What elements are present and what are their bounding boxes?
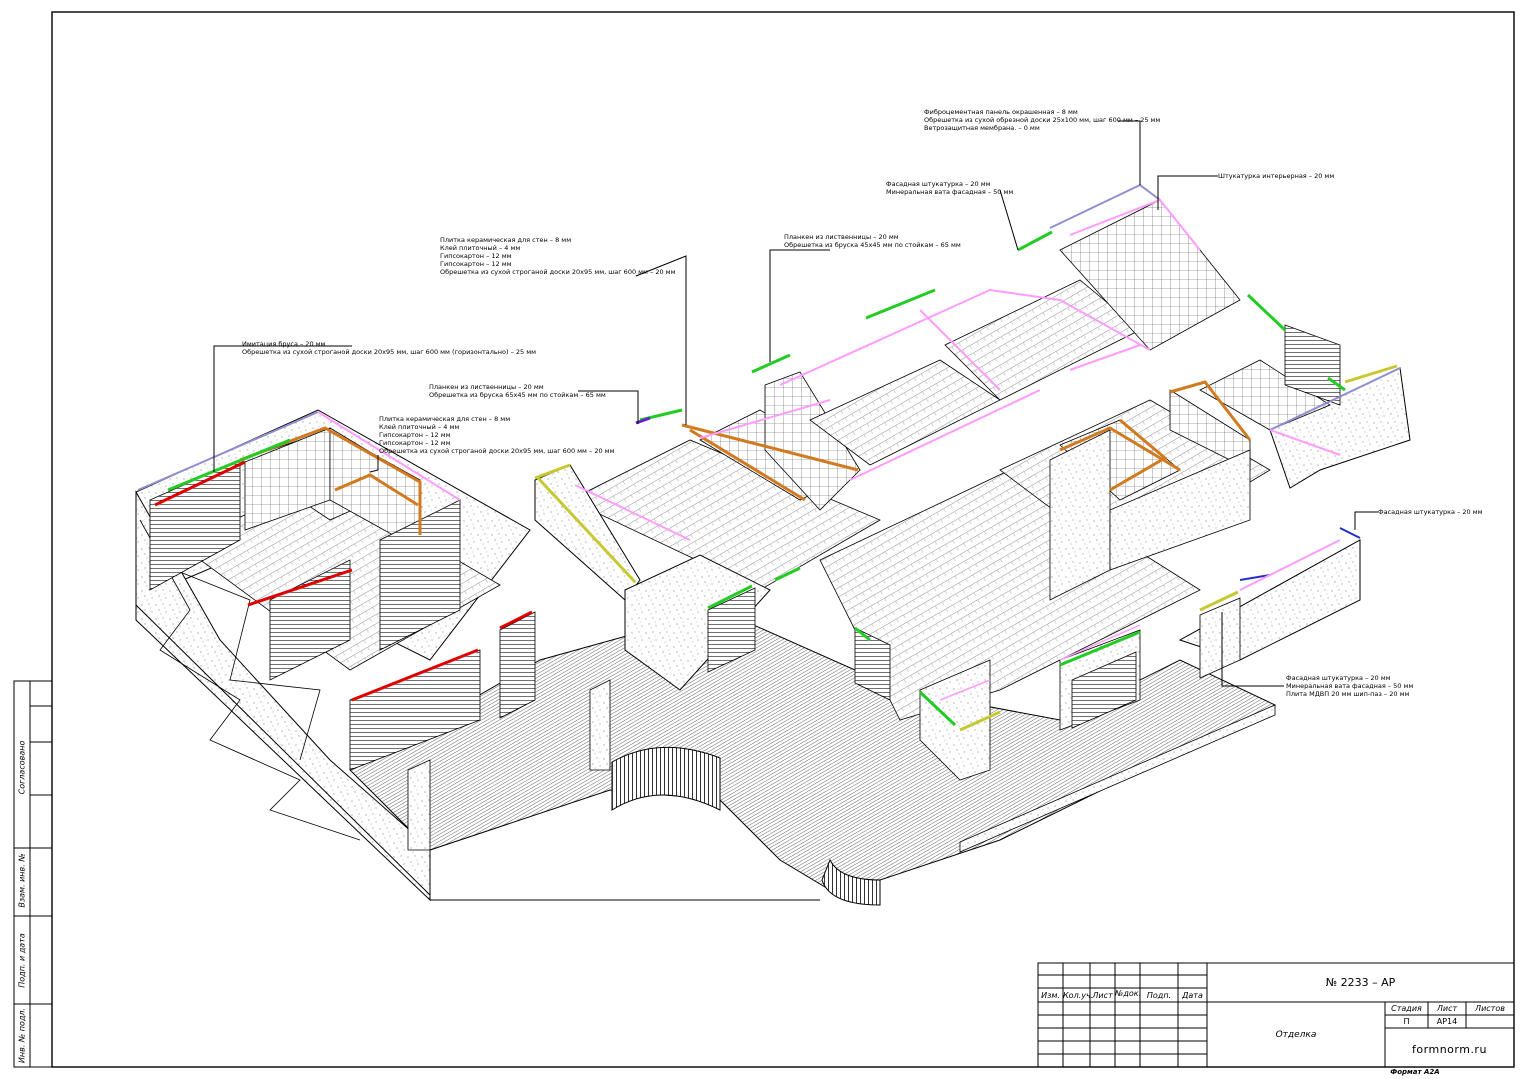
callout-line: Плитка керамическая для стен – 8 мм [440,236,572,244]
tb-header-podp: Подп. [1146,991,1172,1000]
tb-stage-label: Стадия [1391,1004,1422,1013]
callout-line: Обрешетка из сухой строганой доски 20х95… [242,348,537,356]
drawing-sheet [13,11,1515,1068]
format-label: Формат А2А [1390,1068,1440,1076]
callout-line: Планкен из лиственницы – 20 мм [784,233,899,241]
callout-line: Планкен из лиственницы – 20 мм [429,383,544,391]
callout-interior-plaster: Штукатурка интерьерная – 20 мм [1218,172,1334,180]
callout-line: Клей плиточный – 4 мм [440,244,521,252]
tb-doc-number: № 2233 – АР [1325,976,1396,989]
callout-facade-plaster-right: Фасадная штукатурка – 20 мм [1378,508,1483,516]
tb-header-kol-uch: Кол.уч. [1063,991,1094,1000]
callout-line: Гипсокартон – 12 мм [440,260,512,268]
callout-line: Минеральная вата фасадная – 50 мм [1286,682,1414,690]
callout-line: Фасадная штукатурка – 20 мм [886,180,991,188]
tb-sheet-name: Отделка [1275,1030,1317,1040]
tb-header-data: Дата [1182,991,1203,1000]
callout-line: Минеральная вата фасадная – 50 мм [886,188,1014,196]
side-label-inv-replaced: Взам. инв. № [17,853,27,908]
tb-header-ndok: №док. [1115,989,1142,998]
callout-line: Обрешетка из сухой строганой доски 20х95… [379,447,615,455]
callout-line: Обрешетка из бруска 65х45 мм по стойкам … [429,391,606,399]
callout-larch-planken-65: Планкен из лиственницы – 20 мм Обрешетка… [429,383,606,399]
side-label-sign-date: Подп. и дата [17,933,27,988]
callout-line: Фиброцементная панель окрашенная – 8 мм [924,108,1078,116]
tb-site: formnorm.ru [1412,1043,1487,1056]
side-label-agreed: Согласовано [17,740,27,795]
callout-line: Плита МДВП 20 мм шип-паз – 20 мм [1286,690,1410,698]
callout-line: Штукатурка интерьерная – 20 мм [1218,172,1335,180]
callout-line: Плитка керамическая для стен – 8 мм [379,415,511,423]
callout-larch-planken-45: Планкен из лиственницы – 20 мм Обрешетка… [784,233,961,249]
callout-facade-plaster-mdvp: Фасадная штукатурка – 20 мм Минеральная … [1286,674,1413,698]
callout-line: Фасадная штукатурка – 20 мм [1286,674,1391,682]
callout-fiber-cement: Фиброцементная панель окрашенная – 8 мм … [924,108,1160,132]
callout-line: Гипсокартон – 12 мм [379,439,451,447]
callout-line: Фасадная штукатурка – 20 мм [1378,508,1483,516]
tb-sheet-value: АР14 [1436,1017,1458,1026]
callout-line: Клей плиточный – 4 мм [379,423,460,431]
callout-line: Ветрозащитная мембрана. – 0 мм [924,124,1040,132]
callout-ceramic-tile-center: Плитка керамическая для стен – 8 мм Клей… [440,236,676,276]
callout-line: Обрешетка из сухой строганой доски 20х95… [440,268,676,276]
callout-line: Гипсокартон – 12 мм [379,431,451,439]
callout-line: Гипсокартон – 12 мм [440,252,512,260]
tb-header-list: Лист [1092,991,1113,1000]
callout-line: Обрешетка из бруска 45х45 мм по стойкам … [784,241,961,249]
callout-line: Обрешетка из сухой обрезной доски 25х100… [924,116,1161,124]
tb-stage-value: П [1403,1017,1410,1026]
tb-sheet-label: Лист [1436,1004,1458,1013]
callout-facade-plaster-wool: Фасадная штукатурка – 20 мм Минеральная … [886,180,1013,196]
tb-sheets-label: Листов [1475,1004,1505,1013]
tb-header-izm: Изм. [1041,991,1060,1000]
callout-timber-imitation: Имитация бруса – 20 мм Обрешетка из сухо… [242,340,536,356]
callout-line: Имитация бруса – 20 мм [242,340,326,348]
side-label-inv-original: Инв. № подл. [17,1007,27,1064]
callout-ceramic-tile-left: Плитка керамическая для стен – 8 мм Клей… [379,415,615,455]
